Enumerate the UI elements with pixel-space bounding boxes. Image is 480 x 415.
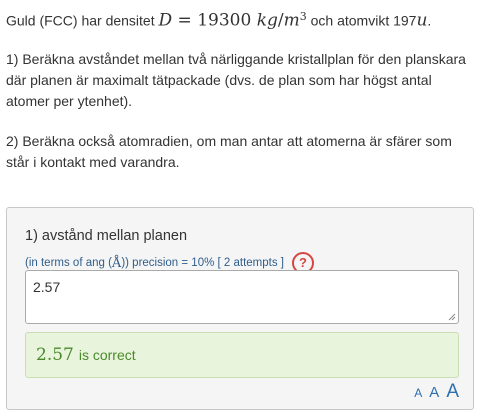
density-unit-kg: kg	[256, 10, 278, 31]
correct-feedback: 2.57 is correct	[25, 332, 459, 378]
density-symbol: D	[158, 10, 173, 31]
question-2-text: 2) Beräkna också atomradien, om man anta…	[6, 133, 452, 170]
problem-intro: Guld (FCC) har densitet D = 19300 kg/m3 …	[6, 10, 432, 31]
font-size-large-button[interactable]: A	[446, 381, 459, 403]
angstrom-symbol: Å	[111, 255, 122, 271]
resize-grip-icon[interactable]	[448, 313, 456, 321]
feedback-message: is correct	[78, 347, 136, 363]
atomic-unit: u	[416, 10, 428, 31]
problem-page: Guld (FCC) har densitet D = 19300 kg/m3 …	[0, 0, 480, 415]
density-value: = 19300	[172, 10, 257, 31]
font-size-controls: A A A	[414, 381, 459, 403]
question-1-text: 1) Beräkna avståndet mellan två närligga…	[6, 51, 466, 109]
answer-input[interactable]: 2.57	[25, 270, 459, 324]
density-exponent: 3	[299, 10, 307, 23]
answer-panel: 1) avstånd mellan planen (in terms of an…	[6, 207, 474, 410]
intro-middle: och atomvikt 197	[306, 12, 417, 29]
font-size-medium-button[interactable]: A	[429, 384, 439, 401]
feedback-value: 2.57	[36, 345, 74, 365]
font-size-small-button[interactable]: A	[414, 386, 422, 400]
answer-title: 1) avstånd mellan planen	[25, 228, 188, 244]
density-unit-m: m	[283, 10, 300, 31]
answer-input-value: 2.57	[33, 279, 61, 295]
intro-prefix: Guld (FCC) har densitet	[6, 12, 159, 29]
